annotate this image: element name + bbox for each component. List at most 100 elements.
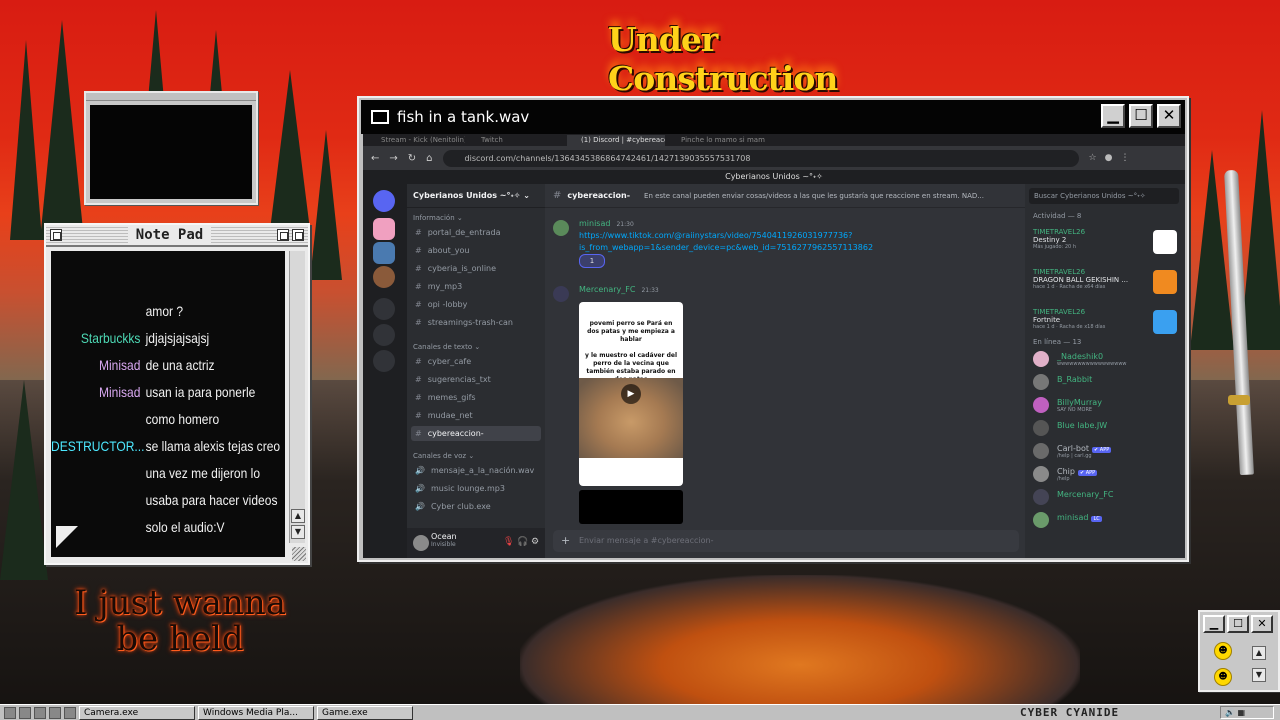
- quicklaunch-icon[interactable]: [49, 706, 61, 719]
- browser-tab[interactable]: Pinche lo mamo si mamas...: [667, 135, 765, 146]
- maximize-button[interactable]: ☐: [1129, 104, 1153, 128]
- scrollbar[interactable]: ▲ ▼: [289, 251, 305, 543]
- extension-icon[interactable]: ●: [1105, 153, 1113, 163]
- avatar[interactable]: [413, 535, 429, 551]
- channel-item[interactable]: # mudae_net: [411, 408, 541, 423]
- avatar[interactable]: [553, 286, 569, 302]
- settings-gear-icon[interactable]: ⚙: [531, 537, 539, 547]
- channel-label: Cyber club.exe: [430, 502, 491, 511]
- member-item[interactable]: B_Rabbit: [1033, 373, 1181, 391]
- mini-window-titlebar[interactable]: [86, 93, 256, 101]
- bookmark-star-icon[interactable]: ☆: [1089, 153, 1097, 163]
- close-box-icon[interactable]: [50, 229, 62, 241]
- avatar: [1033, 374, 1049, 390]
- channel-item[interactable]: # streamings-trash-can: [411, 315, 541, 330]
- server-icon[interactable]: [373, 266, 395, 288]
- add-server-icon[interactable]: [373, 298, 395, 320]
- main-window-titlebar[interactable]: fish in a tank.wav ▁ ☐ ✕: [361, 100, 1185, 134]
- play-icon[interactable]: ▶: [621, 384, 641, 404]
- mini-video-window[interactable]: [84, 91, 258, 205]
- member-item[interactable]: Chip ✔ APP/help: [1033, 465, 1181, 483]
- channel-label: streamings-trash-can: [427, 318, 513, 327]
- scroll-up-icon[interactable]: ▲: [1252, 646, 1266, 660]
- channel-item[interactable]: # memes_gifs: [411, 390, 541, 405]
- channel-item[interactable]: # cyber_cafe: [411, 354, 541, 369]
- category-info[interactable]: Información ⌄: [413, 214, 463, 222]
- activity-card[interactable]: TIMETRAVEL26 Destiny 2 Más jugado: 20 h: [1033, 228, 1181, 264]
- reload-icon[interactable]: ↻: [408, 153, 416, 164]
- browser-tab-active[interactable]: (1) Discord | #cybereacc...: [567, 135, 665, 146]
- member-item[interactable]: Blue labe.JW: [1033, 419, 1181, 437]
- category-voice[interactable]: Canales de voz ⌄: [413, 452, 474, 460]
- video-embed[interactable]: [579, 490, 683, 524]
- channel-item[interactable]: 🔊 Cyber club.exe: [411, 499, 541, 514]
- channel-item[interactable]: # opi -lobby: [411, 297, 541, 312]
- collapse-box-icon[interactable]: [292, 229, 304, 241]
- explore-icon[interactable]: [373, 324, 395, 346]
- browser-tab[interactable]: Twitch: [467, 135, 565, 146]
- menu-icon[interactable]: ⋮: [1120, 153, 1129, 163]
- download-icon[interactable]: [373, 350, 395, 372]
- headphones-icon[interactable]: 🎧: [517, 537, 528, 547]
- quicklaunch-icon[interactable]: [34, 706, 46, 719]
- channel-item[interactable]: 🔊 music lounge.mp3: [411, 481, 541, 496]
- member-name-row: _Nadeshik0: [1057, 352, 1103, 361]
- chat-message: amor ?: [145, 303, 184, 319]
- server-icon[interactable]: [373, 242, 395, 264]
- mute-mic-icon[interactable]: 🎙: [503, 537, 514, 547]
- member-item[interactable]: Carl-bot ✔ APP/help | carl.gg: [1033, 442, 1181, 460]
- discord-home-icon[interactable]: [373, 190, 395, 212]
- browser-tab[interactable]: Stream - Kick (Nenitolin): [367, 135, 465, 146]
- quicklaunch-icon[interactable]: [4, 706, 16, 719]
- address-bar[interactable]: discord.com/channels/1364345386864742461…: [442, 149, 1079, 167]
- notepad-titlebar[interactable]: Note Pad: [46, 225, 308, 247]
- maximize-button[interactable]: ☐: [1227, 615, 1249, 633]
- search-input[interactable]: Buscar Cyberianos Unidos ~°˖✧: [1029, 188, 1179, 204]
- forward-icon[interactable]: →: [389, 153, 397, 164]
- channel-item[interactable]: # portal_de_entrada: [411, 225, 541, 240]
- zoom-box-icon[interactable]: [277, 229, 289, 241]
- message-author[interactable]: Mercenary_FC 21:33: [579, 285, 659, 294]
- scroll-down-icon[interactable]: ▼: [1252, 668, 1266, 682]
- taskbar-button-game[interactable]: Game.exe: [317, 705, 413, 720]
- channel-item[interactable]: # about_you: [411, 243, 541, 258]
- minimize-button[interactable]: ▁: [1203, 615, 1225, 633]
- home-icon[interactable]: ⌂: [426, 153, 432, 164]
- taskbar-button-camera[interactable]: Camera.exe: [79, 705, 195, 720]
- member-item[interactable]: _Nadeshik0 wwwwwwwwwwwwwwwww: [1033, 350, 1181, 368]
- close-button[interactable]: ✕: [1157, 104, 1181, 128]
- member-item[interactable]: Mercenary_FC: [1033, 488, 1181, 506]
- channel-item[interactable]: # sugerencias_txt: [411, 372, 541, 387]
- author-name[interactable]: Mercenary_FC: [579, 285, 635, 294]
- reaction-pill[interactable]: 1: [579, 254, 605, 268]
- message-author[interactable]: minisad 21:30: [579, 219, 634, 228]
- guild-name[interactable]: Cyberianos Unidos ~°˖✧ ⌄: [407, 184, 545, 208]
- category-text[interactable]: Canales de texto ⌄: [413, 343, 480, 351]
- scroll-down-icon[interactable]: ▼: [291, 525, 305, 539]
- author-name[interactable]: minisad: [579, 219, 610, 228]
- member-item[interactable]: BillyMurray SAY NO MORE: [1033, 396, 1181, 414]
- member-item[interactable]: minisad LC: [1033, 511, 1181, 529]
- chat-message: usan ia para ponerle: [145, 384, 256, 400]
- channel-item[interactable]: 🔊 mensaje_a_la_nación.wav: [411, 463, 541, 478]
- server-icon[interactable]: [373, 218, 395, 240]
- back-icon[interactable]: ←: [371, 153, 379, 164]
- resize-grip-icon[interactable]: [292, 547, 306, 561]
- minimize-button[interactable]: ▁: [1101, 104, 1125, 128]
- quicklaunch-icon[interactable]: [64, 706, 76, 719]
- message-link[interactable]: https://www.tiktok.com/@raiinystars/vide…: [579, 230, 879, 254]
- video-embed[interactable]: povemi perro se Pará en dos patas y me e…: [579, 302, 683, 486]
- channel-item[interactable]: # my_mp3: [411, 279, 541, 294]
- channel-topic[interactable]: En este canal pueden enviar cosas/videos…: [644, 192, 984, 200]
- avatar[interactable]: [553, 220, 569, 236]
- activity-card[interactable]: TIMETRAVEL26 DRAGON BALL GEKISHIN ... hace…: [1033, 268, 1181, 304]
- channel-item[interactable]: # cyberia_is_online: [411, 261, 541, 276]
- channel-item[interactable]: # cybereaccion-: [411, 426, 541, 441]
- message-composer[interactable]: + Enviar mensaje a #cybereaccion-: [553, 530, 1019, 552]
- close-button[interactable]: ✕: [1251, 615, 1273, 633]
- scroll-up-icon[interactable]: ▲: [291, 509, 305, 523]
- activity-card[interactable]: TIMETRAVEL26 Fortnite hace 1 d · Racha de …: [1033, 308, 1181, 344]
- quicklaunch-icon[interactable]: [19, 706, 31, 719]
- taskbar-button-media-player[interactable]: Windows Media Pla...: [198, 705, 314, 720]
- add-attachment-icon[interactable]: +: [561, 530, 570, 552]
